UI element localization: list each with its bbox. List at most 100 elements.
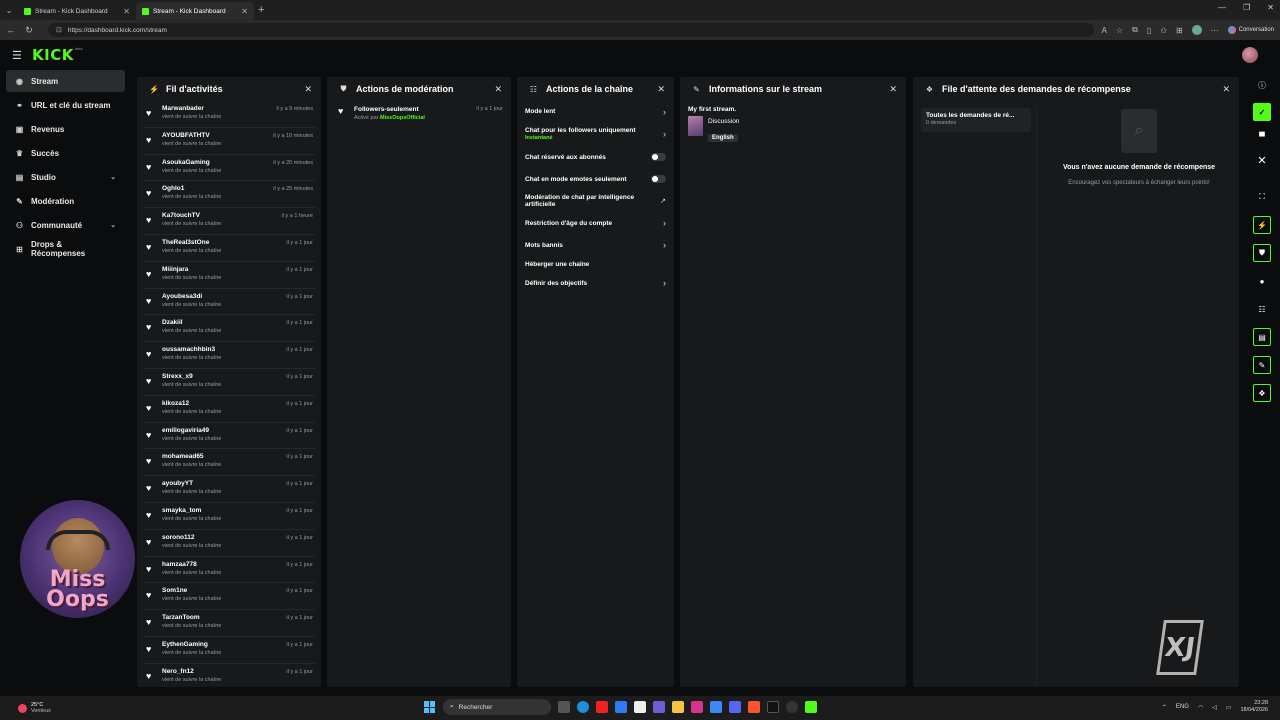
- favorite-icon[interactable]: ☆: [1116, 26, 1123, 35]
- activity-icon[interactable]: ⚡: [1253, 216, 1271, 234]
- activity-username[interactable]: mohamead65: [162, 453, 221, 461]
- favorites-icon[interactable]: ✩: [1160, 26, 1167, 35]
- activity-username[interactable]: Strexx_x9: [162, 373, 221, 381]
- new-tab-icon[interactable]: +: [258, 4, 264, 16]
- close-tab-icon[interactable]: ✕: [123, 7, 130, 16]
- obs-icon[interactable]: [786, 701, 798, 713]
- close-icon[interactable]: ✕: [1253, 151, 1271, 169]
- activity-item[interactable]: ♥ hamzaa778 vient de suivre la chaîne il y …: [143, 557, 315, 584]
- channel-action-host[interactable]: Héberger une chaîne: [525, 256, 666, 272]
- channel-action-slow-mode[interactable]: Mode lent ›: [525, 101, 666, 122]
- explorer-icon[interactable]: [672, 701, 684, 713]
- activity-item[interactable]: ♥ Nero_fn12 vient de suivre la chaîne il y …: [143, 664, 315, 687]
- shield-icon[interactable]: ⛊: [1253, 244, 1271, 262]
- layout-icon[interactable]: ▀: [1253, 127, 1271, 145]
- activity-item[interactable]: ♥ AsoukaGaming vient de suivre la chaîne il…: [143, 155, 315, 182]
- tab-actions-icon[interactable]: ⌄: [0, 0, 18, 20]
- emotes-only-toggle[interactable]: [651, 175, 666, 183]
- activity-item[interactable]: ♥ mohamead65 vient de suivre la chaîne il y…: [143, 449, 315, 477]
- activity-item[interactable]: ♥ EythenGaming vient de suivre la chaîne il…: [143, 637, 315, 664]
- more-icon[interactable]: ⋯: [1211, 26, 1219, 35]
- chat-icon[interactable]: ●: [1253, 272, 1271, 290]
- close-icon[interactable]: ✕: [304, 84, 312, 95]
- close-tab-icon[interactable]: ✕: [241, 7, 248, 16]
- activity-item[interactable]: ♥ ayoubyYT vient de suivre la chaîne il y a…: [143, 476, 315, 503]
- close-window-icon[interactable]: ✕: [1267, 3, 1274, 12]
- sidebar-item-achievements[interactable]: ♛ Succès: [6, 142, 125, 164]
- activity-username[interactable]: Miiinjara: [162, 266, 221, 274]
- mail-icon[interactable]: [615, 701, 627, 713]
- browser-tab-1[interactable]: Stream - Kick Dashboard ✕: [18, 2, 136, 20]
- discord-icon[interactable]: [729, 701, 741, 713]
- profile-avatar[interactable]: [1191, 25, 1202, 35]
- rewards-filter-card[interactable]: Toutes les demandes de ré... 0 demandes: [921, 108, 1031, 132]
- activity-username[interactable]: oussamachhbin3: [162, 346, 221, 354]
- taskbar-search[interactable]: ⌕ Rechercher: [443, 699, 551, 715]
- copilot-button[interactable]: Conversation: [1227, 26, 1274, 34]
- activity-username[interactable]: Ayoubesa3di: [162, 293, 221, 301]
- chevron-up-icon[interactable]: ⌃: [1162, 704, 1167, 711]
- kick-app-icon[interactable]: [805, 701, 817, 713]
- activity-username[interactable]: Oghlo1: [162, 185, 221, 193]
- expand-icon[interactable]: ⛶: [1253, 188, 1271, 206]
- activity-item[interactable]: ♥ Som1ne vient de suivre la chaîne il y a 1…: [143, 583, 315, 611]
- kick-logo[interactable]: KICK: [32, 46, 74, 64]
- photos-icon[interactable]: [710, 701, 722, 713]
- activity-username[interactable]: Dzakiil: [162, 319, 221, 327]
- activity-username[interactable]: ayoubyYT: [162, 480, 221, 488]
- edge-icon[interactable]: [577, 701, 589, 713]
- activity-username[interactable]: hamzaa778: [162, 561, 221, 569]
- close-icon[interactable]: ✕: [889, 84, 897, 95]
- activity-item[interactable]: ♥ oussamachhbin3 vient de suivre la chaîne…: [143, 342, 315, 369]
- weather-widget[interactable]: 25°C Venteux: [18, 702, 51, 714]
- instagram-icon[interactable]: [691, 701, 703, 713]
- youtube-icon[interactable]: [596, 701, 608, 713]
- activity-username[interactable]: TarzanToom: [162, 614, 221, 622]
- activity-username[interactable]: Ka7touchTV: [162, 212, 221, 220]
- activity-item[interactable]: ♥ TheReal3stOne vient de suivre la chaîne i…: [143, 235, 315, 262]
- sidebar-item-community[interactable]: ⚇ Communauté ⌄: [6, 214, 125, 236]
- sidebar-item-revenue[interactable]: ▣ Revenus: [6, 118, 125, 140]
- activity-username[interactable]: Marwanbader: [162, 105, 221, 113]
- maximize-icon[interactable]: ❐: [1243, 3, 1250, 12]
- activity-item[interactable]: ♥ Ayoubesa3di vient de suivre la chaîne il …: [143, 289, 315, 316]
- sidebar-item-drops[interactable]: ⊞ Drops & Récompenses: [6, 238, 125, 260]
- close-icon[interactable]: ✕: [494, 84, 502, 95]
- activity-username[interactable]: TheReal3stOne: [162, 239, 221, 247]
- channel-action-banned-words[interactable]: Mots bannis ›: [525, 234, 666, 256]
- activity-item[interactable]: ♥ Dzakiil vient de suivre la chaîne il y a …: [143, 315, 315, 343]
- activity-item[interactable]: ♥ Ka7touchTV vient de suivre la chaîne il y…: [143, 208, 315, 235]
- tiktok-icon[interactable]: [767, 701, 779, 713]
- activity-username[interactable]: AsoukaGaming: [162, 159, 221, 167]
- sidebar-item-moderation[interactable]: ✎ Modération: [6, 190, 125, 212]
- browser-tab-2[interactable]: Stream - Kick Dashboard ✕: [136, 2, 254, 20]
- activity-item[interactable]: ♥ TarzanToom vient de suivre la chaîne il y…: [143, 610, 315, 637]
- task-view-icon[interactable]: [558, 701, 570, 713]
- activity-item[interactable]: ♥ smayka_tom vient de suivre la chaîne il y…: [143, 503, 315, 530]
- sliders-icon[interactable]: ☷: [1253, 300, 1271, 318]
- rewards-icon[interactable]: ❖: [1253, 384, 1271, 402]
- moderator-name[interactable]: MissOopsOfficial: [380, 115, 425, 121]
- activity-username[interactable]: sorono112: [162, 534, 221, 542]
- activity-item[interactable]: ♥ Strexx_x9 vient de suivre la chaîne il y …: [143, 369, 315, 396]
- store-icon[interactable]: [634, 701, 646, 713]
- wifi-icon[interactable]: ◠: [1198, 704, 1203, 711]
- extensions-icon[interactable]: ⧉: [1132, 25, 1138, 35]
- wrench-icon[interactable]: ✎: [1253, 356, 1271, 374]
- check-icon[interactable]: ✓: [1253, 103, 1271, 121]
- info-card-icon[interactable]: ▤: [1253, 328, 1271, 346]
- close-icon[interactable]: ✕: [657, 84, 665, 95]
- read-aloud-icon[interactable]: A: [1102, 26, 1107, 35]
- activity-item[interactable]: ♥ Marwanbader vient de suivre la chaîne il …: [143, 101, 315, 128]
- activity-username[interactable]: kikoza12: [162, 400, 221, 408]
- address-bar[interactable]: ⊡ https://dashboard.kick.com/stream: [48, 23, 1094, 37]
- subscribers-only-toggle[interactable]: [651, 153, 666, 161]
- activity-username[interactable]: Nero_fn12: [162, 668, 221, 676]
- teams-icon[interactable]: [653, 701, 665, 713]
- volume-icon[interactable]: ◁: [1212, 704, 1217, 711]
- refresh-icon[interactable]: ↻: [24, 25, 34, 36]
- stream-title[interactable]: My first stream.: [688, 106, 898, 113]
- activity-username[interactable]: AYOUBFATHTV: [162, 132, 221, 140]
- sidebar-item-url-key[interactable]: ⚭ URL et clé du stream: [6, 94, 125, 116]
- channel-action-age-restriction[interactable]: Restriction d'âge du compte ›: [525, 212, 666, 234]
